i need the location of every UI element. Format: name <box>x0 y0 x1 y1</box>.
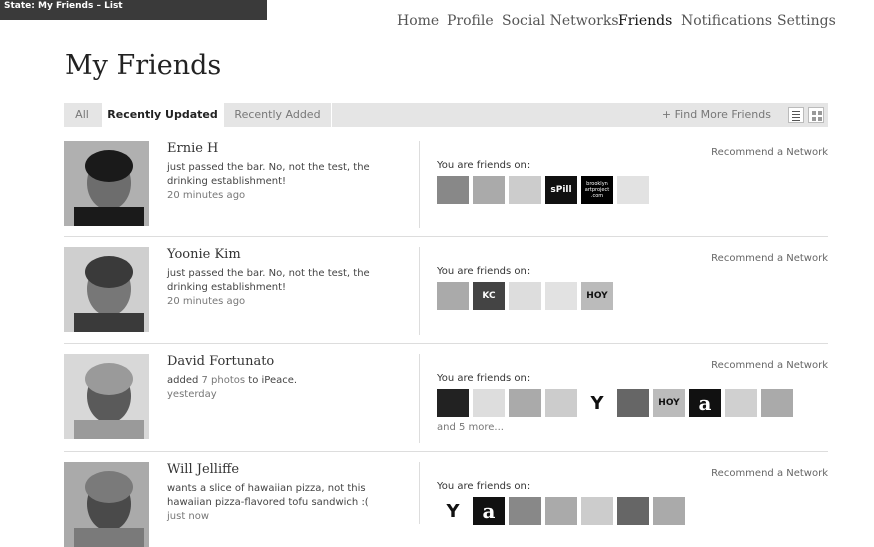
badge-icon[interactable] <box>581 497 613 525</box>
badge-icon[interactable] <box>509 176 541 204</box>
hoy-icon[interactable]: HOY <box>581 282 613 310</box>
truck-icon[interactable] <box>545 497 577 525</box>
find-more-friends-link[interactable]: + Find More Friends <box>662 103 771 127</box>
row-divider <box>64 343 828 344</box>
friend-row: Ernie H just passed the bar. No, not the … <box>64 132 828 237</box>
speedy-icon[interactable] <box>437 176 469 204</box>
and-more-link[interactable]: and 5 more... <box>437 422 504 433</box>
friend-name[interactable]: Ernie H <box>167 141 218 156</box>
friends-on-label: You are friends on: <box>437 160 531 171</box>
friend-status: added 7 photos to iPeace. yesterday <box>167 374 387 402</box>
kc-icon[interactable]: KC <box>473 282 505 310</box>
friends-on-label: You are friends on: <box>437 373 531 384</box>
speedy-icon[interactable] <box>509 497 541 525</box>
network-icons: KC HOY <box>437 282 613 310</box>
tab-bar: All Recently Updated Recently Added + Fi… <box>64 103 828 129</box>
column-divider <box>419 462 420 524</box>
status-timestamp: yesterday <box>167 389 217 400</box>
row-divider <box>64 451 828 452</box>
nav-home[interactable]: Home <box>397 13 439 29</box>
top-navigation: Home Profile Social Networks Friends Not… <box>380 13 874 33</box>
city-icon[interactable] <box>725 389 757 417</box>
friends-on-label: You are friends on: <box>437 266 531 277</box>
status-text: added <box>167 375 202 386</box>
page-title: My Friends <box>65 50 222 81</box>
recommend-network-link[interactable]: Recommend a Network <box>711 360 828 371</box>
spill-icon[interactable]: sPill <box>545 176 577 204</box>
friend-row: Will Jelliffe wants a slice of hawaiian p… <box>64 453 828 547</box>
nav-profile[interactable]: Profile <box>447 13 494 29</box>
friend-status: wants a slice of hawaiian pizza, not thi… <box>167 482 387 524</box>
truck-icon[interactable] <box>473 176 505 204</box>
status-timestamp: 20 minutes ago <box>167 190 246 201</box>
dark-photo-icon[interactable] <box>437 389 469 417</box>
grid-view-icon[interactable] <box>808 107 824 123</box>
hoy-icon[interactable]: HOY <box>653 389 685 417</box>
friend-status: just passed the bar. No, not the test, t… <box>167 267 387 309</box>
friend-avatar[interactable] <box>64 462 149 547</box>
truck-icon[interactable] <box>653 497 685 525</box>
truck-icon[interactable] <box>509 389 541 417</box>
friends-on-label: You are friends on: <box>437 481 531 492</box>
friend-avatar[interactable] <box>64 141 149 226</box>
tab-recently-added[interactable]: Recently Added <box>223 103 332 127</box>
tab-recently-updated[interactable]: Recently Updated <box>102 103 223 129</box>
truck-icon[interactable] <box>761 389 793 417</box>
state-label: State: My Friends – List <box>0 0 267 20</box>
helmet-icon[interactable] <box>509 282 541 310</box>
pattern-icon[interactable] <box>617 176 649 204</box>
helmet-icon[interactable] <box>473 389 505 417</box>
list-view-icon[interactable] <box>788 107 804 123</box>
column-divider <box>419 247 420 335</box>
y-icon[interactable]: Y <box>437 497 469 525</box>
friend-status: just passed the bar. No, not the test, t… <box>167 161 387 203</box>
photo-icon[interactable] <box>617 497 649 525</box>
badge-icon[interactable] <box>545 389 577 417</box>
truck-icon[interactable] <box>437 282 469 310</box>
tab-all[interactable]: All <box>64 103 100 127</box>
friend-name[interactable]: Yoonie Kim <box>167 247 241 262</box>
recommend-network-link[interactable]: Recommend a Network <box>711 468 828 479</box>
status-timestamp: 20 minutes ago <box>167 296 246 307</box>
status-text: just passed the bar. No, not the test, t… <box>167 162 370 187</box>
nav-social-networks[interactable]: Social Networks <box>502 13 619 29</box>
a-icon[interactable]: a <box>473 497 505 525</box>
brooklyn-icon[interactable]: brooklyn artproject .com <box>581 176 613 204</box>
photo-icon[interactable] <box>617 389 649 417</box>
network-icons: sPill brooklyn artproject .com <box>437 176 649 204</box>
network-icons: Ya <box>437 497 685 525</box>
friend-name[interactable]: Will Jelliffe <box>167 462 239 477</box>
nav-settings[interactable]: Settings <box>777 13 836 29</box>
friend-row: Yoonie Kim just passed the bar. No, not t… <box>64 238 828 344</box>
y-icon[interactable]: Y <box>581 389 613 417</box>
friend-row: David Fortunato added 7 photos to iPeace.… <box>64 345 828 452</box>
column-divider <box>419 354 420 443</box>
nav-notifications[interactable]: Notifications <box>681 13 772 29</box>
network-icons: Y HOY a <box>437 389 793 417</box>
status-link[interactable]: 7 photos <box>202 375 246 386</box>
a-icon[interactable]: a <box>689 389 721 417</box>
status-text: wants a slice of hawaiian pizza, not thi… <box>167 483 369 508</box>
column-divider <box>419 141 420 228</box>
friend-name[interactable]: David Fortunato <box>167 354 274 369</box>
row-divider <box>64 236 828 237</box>
recommend-network-link[interactable]: Recommend a Network <box>711 253 828 264</box>
recommend-network-link[interactable]: Recommend a Network <box>711 147 828 158</box>
friend-avatar[interactable] <box>64 354 149 439</box>
friend-avatar[interactable] <box>64 247 149 332</box>
nav-friends[interactable]: Friends <box>618 13 672 29</box>
pattern-icon[interactable] <box>545 282 577 310</box>
status-text: just passed the bar. No, not the test, t… <box>167 268 370 293</box>
status-text-suffix: to iPeace. <box>245 375 298 386</box>
